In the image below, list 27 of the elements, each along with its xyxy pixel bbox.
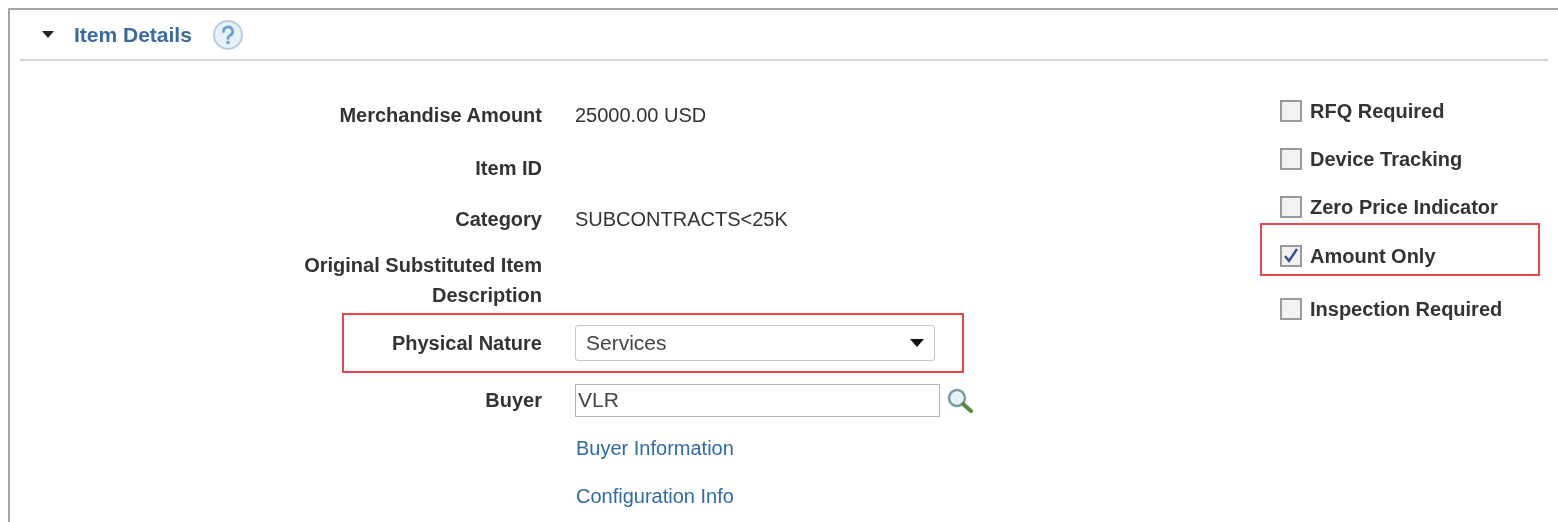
select-field[interactable]: Services (575, 325, 935, 361)
field-label: Buyer (485, 388, 542, 413)
checkbox[interactable] (1280, 244, 1302, 267)
checkbox-label: Amount Only (1310, 243, 1436, 269)
section-title[interactable]: Item Details (74, 18, 192, 51)
field-label: Original Substituted Item Description (303, 253, 542, 308)
checkbox[interactable] (1280, 196, 1302, 218)
field-label: Item ID (475, 156, 542, 181)
field-label: Merchandise Amount (339, 103, 542, 128)
collapse-triangle-icon[interactable] (42, 30, 54, 39)
link[interactable]: Configuration Info (576, 481, 734, 511)
field-value: SUBCONTRACTS<25K (575, 208, 788, 230)
search-icon[interactable] (946, 387, 974, 413)
checkbox-label: RFQ Required (1310, 99, 1445, 124)
checkbox[interactable] (1280, 100, 1302, 122)
field-label: Physical Nature (391, 331, 542, 356)
link[interactable]: Buyer Information (576, 433, 734, 463)
checkbox-label: Zero Price Indicator (1310, 195, 1498, 220)
checkbox-label: Inspection Required (1310, 297, 1503, 322)
caret-icon (910, 339, 924, 347)
checkbox[interactable] (1280, 298, 1302, 320)
checkbox[interactable] (1280, 148, 1302, 170)
field-label: Category (455, 207, 542, 232)
field-value: 25000.00 USD (575, 104, 707, 126)
help-icon[interactable] (211, 18, 244, 51)
input-field[interactable]: VLR (575, 383, 940, 417)
checkbox-label: Device Tracking (1310, 147, 1463, 172)
